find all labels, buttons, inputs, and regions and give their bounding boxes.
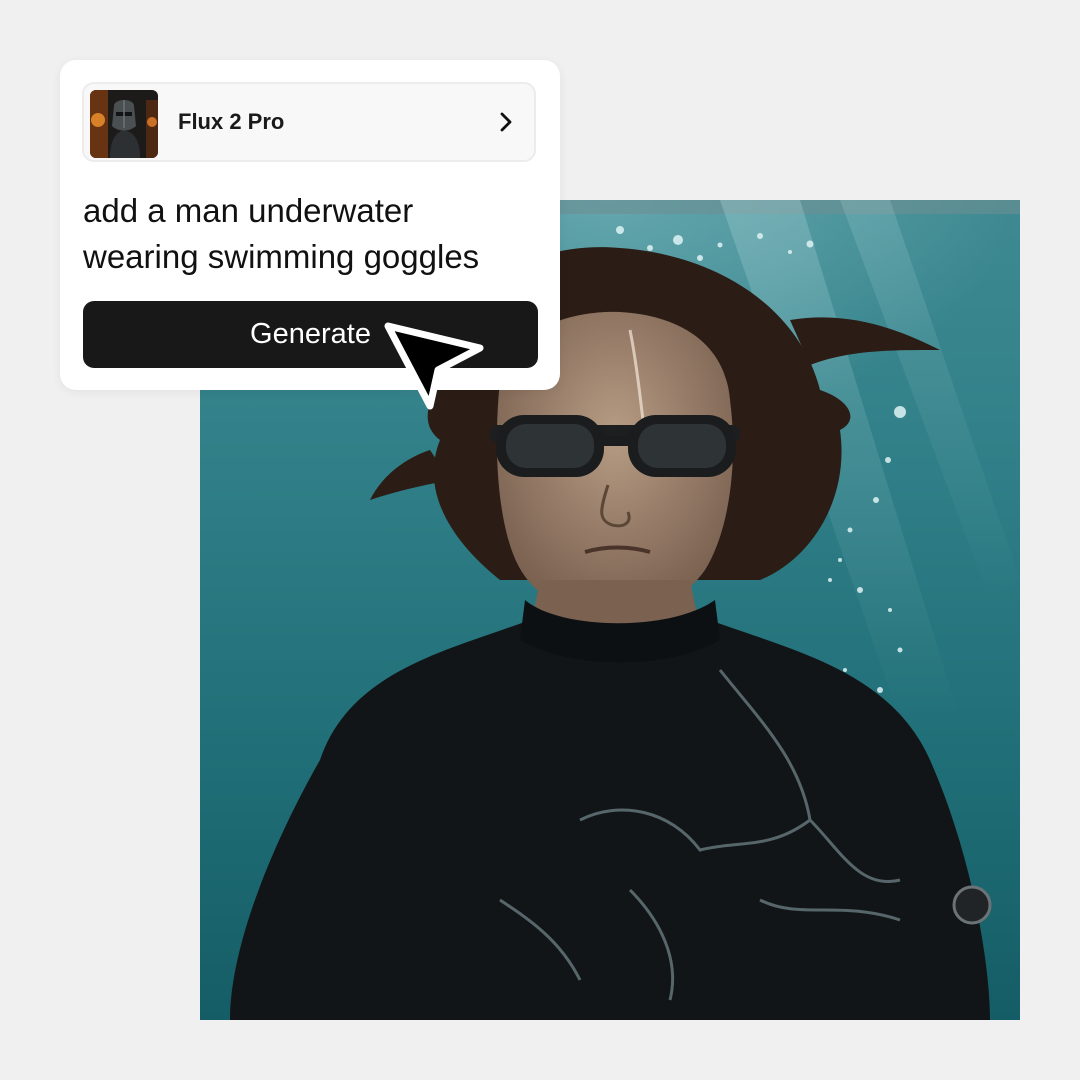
canvas: Flux 2 Pro add a man underwater wearing … — [0, 0, 1080, 1080]
model-selector[interactable]: Flux 2 Pro — [82, 82, 536, 162]
prompt-line-2: wearing swimming goggles — [83, 238, 480, 275]
prompt-text[interactable]: add a man underwater wearing swimming go… — [83, 188, 543, 280]
prompt-line-1: add a man underwater — [83, 192, 414, 229]
knight-thumbnail-image — [90, 90, 158, 158]
generate-button[interactable]: Generate — [83, 301, 538, 368]
prompt-card: Flux 2 Pro add a man underwater wearing … — [60, 60, 560, 390]
chevron-right-icon — [500, 112, 512, 132]
model-name: Flux 2 Pro — [178, 109, 285, 134]
